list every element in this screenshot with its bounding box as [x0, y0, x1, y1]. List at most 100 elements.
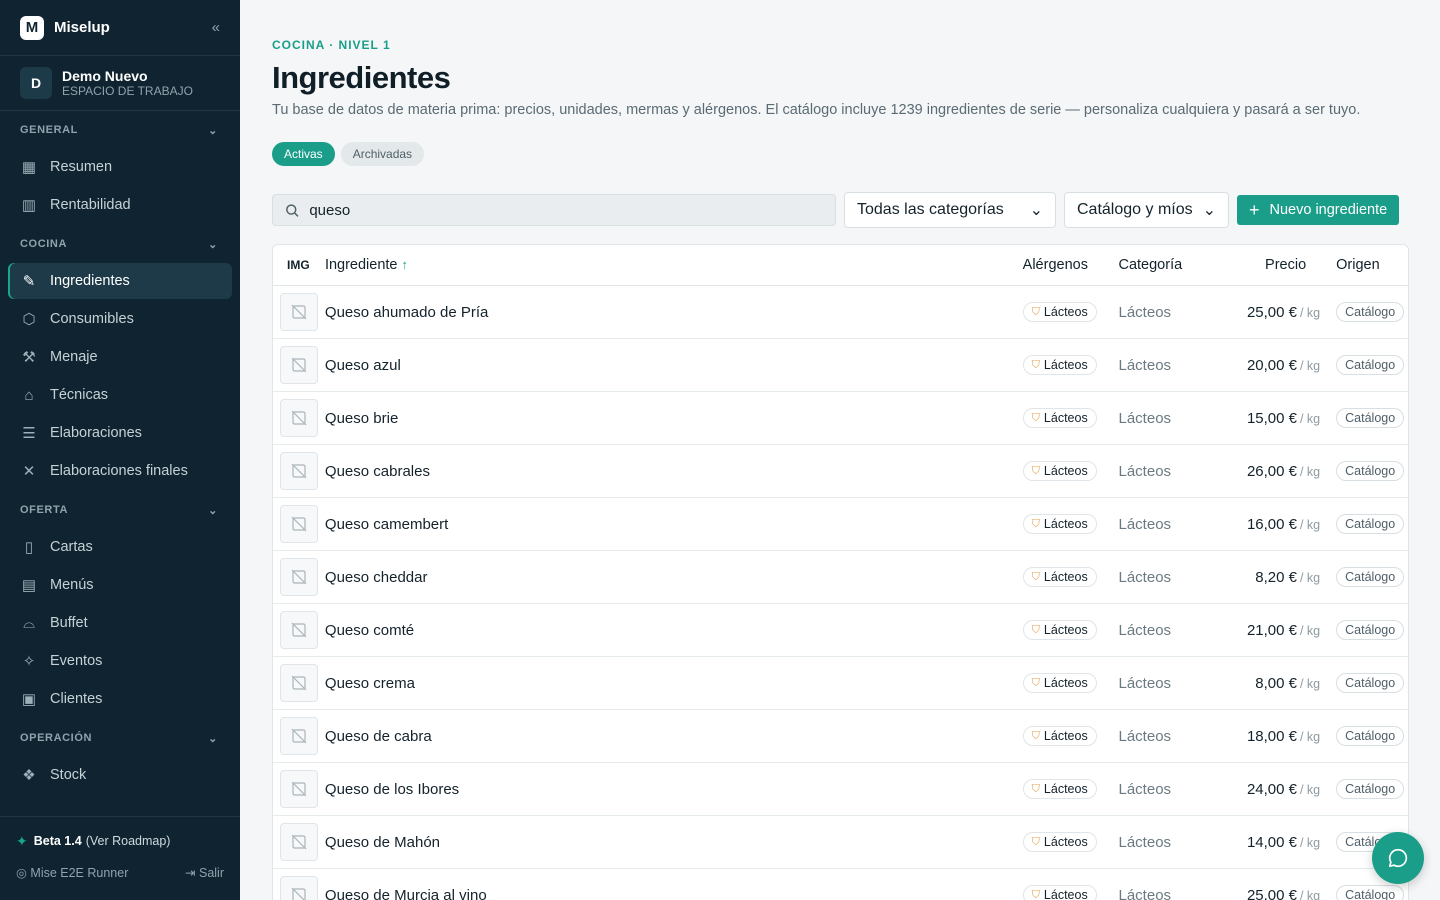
source-select-value: Catálogo y míos	[1077, 201, 1193, 218]
cell-price: 21,00 € / kg	[1226, 622, 1320, 639]
table-row[interactable]: Queso de los Ibores ⛉ Lácteos Lácteos 24,00 …	[273, 763, 1408, 816]
sidebar-item-elaboraciones-finales[interactable]: ✕ Elaboraciones finales	[8, 453, 232, 489]
table-row[interactable]: Queso de cabra ⛉ Lácteos Lácteos 18,00 € / kg…	[273, 710, 1408, 763]
cell-name[interactable]: Queso de Murcia al vino	[325, 887, 1023, 900]
cell-name[interactable]: Queso cheddar	[325, 569, 1023, 586]
table-header: IMG Ingrediente ↑ Alérgenos Categoría Pre…	[273, 245, 1408, 286]
sparkle-icon: ✦	[16, 832, 28, 849]
table-row[interactable]: Queso cabrales ⛉ Lácteos Lácteos 26,00 € / kg…	[273, 445, 1408, 498]
sidebar-item-menús[interactable]: ▤ Menús	[8, 567, 232, 603]
shield-icon: ⛉	[1031, 888, 1040, 900]
category-select[interactable]: Todas las categorías ⌄	[844, 192, 1056, 228]
cell-name[interactable]: Queso comté	[325, 622, 1023, 639]
cell-allergens: ⛉ Lácteos	[1022, 408, 1119, 429]
sidebar-item-consumibles[interactable]: ⬡ Consumibles	[8, 301, 232, 337]
cell-name[interactable]: Queso de los Ibores	[325, 781, 1023, 798]
cell-category: Lácteos	[1118, 462, 1172, 480]
image-placeholder-icon	[280, 876, 318, 900]
cell-allergens: ⛉ Lácteos	[1022, 514, 1119, 535]
col-name[interactable]: Ingrediente ↑	[325, 257, 1023, 273]
cell-origin: Catálogo	[1320, 567, 1408, 587]
app-logo: M	[20, 15, 44, 40]
image-placeholder-icon	[280, 664, 318, 702]
user-menu[interactable]: ◎ Mise E2E Runner	[16, 865, 128, 880]
logout-button[interactable]: ⇥ Salir	[185, 865, 224, 880]
shield-icon: ⛉	[1031, 729, 1040, 742]
cell-allergens: ⛉ Lácteos	[1022, 302, 1119, 323]
sidebar: M Miselup « D Demo Nuevo ESPACIO DE TRAB…	[0, 0, 240, 900]
cell-origin: Catálogo	[1320, 620, 1408, 640]
table-row[interactable]: Queso crema ⛉ Lácteos Lácteos 8,00 € / kg Catá…	[273, 657, 1408, 710]
sidebar-item-label: Cartas	[50, 539, 93, 555]
sidebar-item-cartas[interactable]: ▯ Cartas	[8, 529, 232, 565]
image-placeholder-icon	[280, 717, 318, 755]
section-general[interactable]: GENERAL ⌄	[0, 111, 240, 149]
cell-name[interactable]: Queso camembert	[325, 516, 1023, 533]
allergen-label: Lácteos	[1043, 782, 1088, 797]
workspace-switcher[interactable]: D Demo Nuevo ESPACIO DE TRABAJO	[0, 56, 240, 111]
table-row[interactable]: Queso ahumado de Pría ⛉ Lácteos Lácteos 25,0…	[273, 286, 1408, 339]
cell-img	[273, 399, 325, 437]
table-row[interactable]: Queso camembert ⛉ Lácteos Lácteos 16,00 € / k…	[273, 498, 1408, 551]
chevron-down-icon: ⌄	[1202, 202, 1216, 219]
allergen-label: Lácteos	[1043, 729, 1088, 744]
section-cocina[interactable]: COCINA ⌄	[0, 225, 240, 263]
allergen-badge: ⛉ Lácteos	[1022, 302, 1097, 323]
price-value: 8,00 €	[1255, 674, 1297, 692]
search-input[interactable]	[309, 201, 823, 219]
sidebar-item-ingredientes[interactable]: ✎ Ingredientes	[8, 263, 232, 299]
beta-link[interactable]: ✦ Beta 1.4 (Ver Roadmap)	[16, 817, 224, 865]
table-row[interactable]: Queso de Mahón ⛉ Lácteos Lácteos 14,00 € / kg…	[273, 816, 1408, 869]
sidebar-item-clientes[interactable]: ▣ Clientes	[8, 681, 232, 717]
sidebar-item-label: Rentabilidad	[50, 197, 131, 213]
new-ingredient-button[interactable]: + Nuevo ingrediente	[1237, 195, 1400, 225]
col-price: Precio	[1265, 257, 1307, 273]
cell-name[interactable]: Queso ahumado de Pría	[325, 304, 1023, 321]
table-row[interactable]: Queso brie ⛉ Lácteos Lácteos 15,00 € / kg Catá…	[273, 392, 1408, 445]
cell-name[interactable]: Queso cabrales	[325, 463, 1023, 480]
cell-name[interactable]: Queso de Mahón	[325, 834, 1023, 851]
cell-img	[273, 346, 325, 384]
price-unit: / kg	[1299, 623, 1321, 638]
cell-price: 26,00 € / kg	[1226, 463, 1320, 480]
cell-name[interactable]: Queso crema	[325, 675, 1023, 692]
sidebar-item-eventos[interactable]: ✧ Eventos	[8, 643, 232, 679]
cell-allergens: ⛉ Lácteos	[1022, 779, 1119, 800]
sidebar-item-label: Eventos	[50, 653, 103, 669]
cell-price: 14,00 € / kg	[1226, 834, 1320, 851]
tab-activas[interactable]: Activas	[272, 142, 335, 166]
source-select[interactable]: Catálogo y míos ⌄	[1064, 192, 1229, 228]
roadmap-link[interactable]: (Ver Roadmap)	[86, 834, 171, 848]
tab-archivadas[interactable]: Archivadas	[340, 142, 425, 166]
section-oferta[interactable]: OFERTA ⌄	[0, 491, 240, 529]
table-row[interactable]: Queso comté ⛉ Lácteos Lácteos 21,00 € / kg Cat…	[273, 604, 1408, 657]
collapse-sidebar-icon[interactable]: «	[212, 19, 220, 36]
chat-button[interactable]	[1372, 832, 1424, 884]
cell-price: 25,00 € / kg	[1226, 304, 1320, 321]
sidebar-item-stock[interactable]: ❖ Stock	[8, 757, 232, 793]
sidebar-item-técnicas[interactable]: ⌂ Técnicas	[8, 377, 232, 413]
sidebar-item-rentabilidad[interactable]: ▥ Rentabilidad	[8, 187, 232, 223]
cell-img	[273, 717, 325, 755]
price-unit: / kg	[1299, 782, 1321, 797]
price-unit: / kg	[1299, 888, 1321, 900]
table-row[interactable]: Queso cheddar ⛉ Lácteos Lácteos 8,20 € / kg Ca…	[273, 551, 1408, 604]
logout-label: Salir	[198, 866, 224, 880]
cell-category: Lácteos	[1118, 356, 1172, 374]
cell-allergens: ⛉ Lácteos	[1022, 885, 1119, 900]
cell-name[interactable]: Queso de cabra	[325, 728, 1023, 745]
cell-name[interactable]: Queso brie	[325, 410, 1023, 427]
cell-allergens: ⛉ Lácteos	[1022, 726, 1119, 747]
table-row[interactable]: Queso de Murcia al vino ⛉ Lácteos Lácteos 25…	[273, 869, 1408, 900]
sidebar-item-buffet[interactable]: ⌓ Buffet	[8, 605, 232, 641]
sidebar-item-menaje[interactable]: ⚒ Menaje	[8, 339, 232, 375]
table-row[interactable]: Queso azul ⛉ Lácteos Lácteos 20,00 € / kg Catá…	[273, 339, 1408, 392]
origin-badge: Catálogo	[1336, 355, 1405, 375]
allergen-label: Lácteos	[1043, 517, 1088, 532]
price-value: 18,00 €	[1246, 727, 1297, 745]
sidebar-item-elaboraciones[interactable]: ☰ Elaboraciones	[8, 415, 232, 451]
section-operación[interactable]: OPERACIÓN ⌄	[0, 719, 240, 757]
cell-name[interactable]: Queso azul	[325, 357, 1023, 374]
sidebar-item-resumen[interactable]: ▦ Resumen	[8, 149, 232, 185]
workspace-name: Demo Nuevo	[62, 67, 148, 84]
